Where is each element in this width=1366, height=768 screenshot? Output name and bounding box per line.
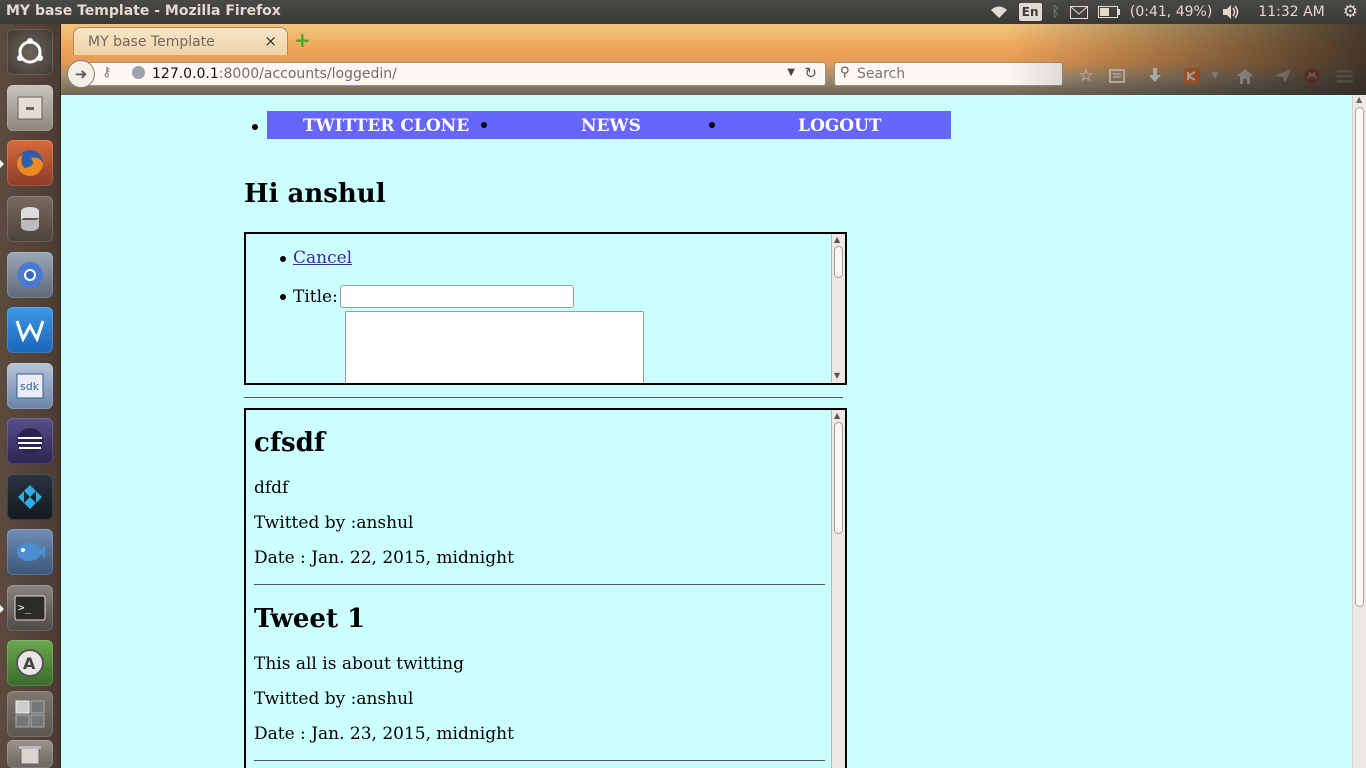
back-arrow-icon: ➜ (74, 65, 88, 83)
list-bullet (280, 256, 286, 262)
send-tab-icon[interactable] (1272, 66, 1294, 86)
search-bar[interactable]: ⚲ Search (834, 62, 1063, 86)
scroll-up-arrow-icon[interactable]: ▲ (834, 235, 840, 244)
tweet-body: This all is about twitting (254, 654, 465, 674)
kodi-icon[interactable] (7, 474, 53, 520)
battery-status[interactable]: (0:41, 49%) (1130, 4, 1212, 20)
software-updater-icon[interactable]: A (7, 640, 53, 686)
scroll-thumb[interactable] (834, 246, 843, 278)
adblock-icon[interactable] (1301, 66, 1323, 86)
bluetooth-icon[interactable]: ᛒ (1052, 3, 1060, 21)
site-identity-icon[interactable] (132, 66, 145, 79)
trash-icon[interactable] (7, 740, 53, 768)
mail-icon[interactable] (1069, 3, 1088, 21)
form-box-scrollbar[interactable]: ▲ ▼ (831, 234, 845, 383)
key-icon[interactable]: ⚷ (102, 65, 112, 80)
back-button[interactable]: ➜ (67, 60, 95, 88)
tab-title: MY base Template (88, 34, 215, 50)
url-history-dropdown-icon[interactable]: ▼ (787, 67, 795, 78)
tweet-title: Tweet 1 (254, 604, 366, 634)
running-indicator (0, 160, 4, 168)
nav-link-news[interactable]: NEWS (581, 116, 641, 136)
search-icon: ⚲ (840, 65, 850, 80)
downloads-icon[interactable] (1144, 66, 1166, 86)
horizontal-rule (244, 397, 843, 398)
tweet-body: dfdf (254, 478, 289, 498)
battery-icon[interactable] (1097, 3, 1120, 21)
terminal-icon[interactable]: >_ (7, 585, 53, 631)
scroll-thumb[interactable] (834, 422, 843, 534)
cancel-link[interactable]: Cancel (293, 248, 352, 268)
page-scroll-thumb[interactable] (1355, 107, 1364, 607)
running-indicator (0, 605, 4, 613)
nav-link-twitter-clone[interactable]: TWITTER CLONE (303, 116, 469, 136)
navigation-bar: ⚷ 127.0.0.1:8000/accounts/loggedin/ ▼ ↻ … (61, 56, 1366, 95)
tab-active[interactable]: MY base Template × (73, 27, 288, 55)
nav-link-logout[interactable]: LOGOUT (798, 116, 882, 136)
android-sdk-icon[interactable]: sdk (7, 363, 53, 409)
volume-icon[interactable] (1222, 3, 1240, 21)
svg-text:>_: >_ (18, 601, 32, 614)
tab-close-icon[interactable]: × (264, 32, 277, 50)
extension-dropdown-icon[interactable]: ▼ (1204, 66, 1226, 86)
home-icon[interactable] (1234, 66, 1256, 86)
tweet-date: Date : Jan. 22, 2015, midnight (254, 548, 514, 568)
pocket-extension-icon[interactable] (1181, 66, 1203, 86)
page-viewport: TWITTER CLONE NEWS LOGOUT Hi anshul Canc… (61, 95, 1352, 768)
dash-home-icon[interactable] (7, 29, 53, 75)
menu-hamburger-icon[interactable] (1334, 66, 1356, 86)
browser-toolbar: MY base Template × + ⚷ 127.0.0.1:8000/ac… (61, 24, 1366, 95)
eclipse-icon[interactable] (7, 418, 53, 464)
files-icon[interactable] (7, 85, 53, 131)
tweet-author: Twitted by :anshul (254, 689, 414, 709)
chromium-icon[interactable] (7, 252, 53, 298)
list-bullet (252, 124, 258, 130)
firefox-window: MY base Template × + ⚷ 127.0.0.1:8000/ac… (61, 24, 1366, 768)
reading-list-icon[interactable] (1106, 66, 1128, 86)
list-bullet (709, 122, 715, 128)
tweet-date: Date : Jan. 23, 2015, midnight (254, 724, 514, 744)
url-host: 127.0.0.1 (152, 66, 219, 82)
new-tab-icon[interactable]: + (294, 30, 311, 50)
greeting-heading: Hi anshul (244, 179, 386, 209)
clock[interactable]: 11:32 AM (1258, 4, 1324, 20)
tweet-separator (254, 760, 825, 761)
system-top-panel: MY base Template - Mozilla Firefox En ᛒ … (0, 0, 1366, 24)
reload-icon[interactable]: ↻ (804, 64, 817, 82)
svg-text:sdk: sdk (20, 380, 40, 393)
tweet-title: cfsdf (254, 428, 326, 458)
new-tweet-form-box: Cancel Title: ▲ ▼ (244, 232, 847, 385)
tweets-list-box: cfsdf dfdf Twitted by :anshul Date : Jan… (244, 408, 847, 768)
python-icon[interactable] (7, 196, 53, 242)
scroll-up-arrow-icon[interactable]: ▲ (1356, 95, 1362, 104)
url-bar[interactable]: ⚷ 127.0.0.1:8000/accounts/loggedin/ ▼ ↻ (83, 62, 826, 86)
title-label: Title: (293, 287, 338, 307)
bluefish-icon[interactable] (7, 529, 53, 575)
workspace-switcher-icon[interactable] (7, 691, 53, 737)
title-input[interactable] (340, 285, 574, 308)
scroll-down-arrow-icon[interactable]: ▼ (834, 371, 840, 380)
system-tray: En ᛒ (0:41, 49%) 11:32 AM ⚙ (989, 0, 1366, 24)
search-placeholder: Search (857, 66, 906, 82)
window-title: MY base Template - Mozilla Firefox (6, 3, 281, 19)
svg-text:A: A (23, 654, 36, 673)
tweet-body-textarea[interactable] (345, 311, 644, 383)
list-bullet (280, 294, 286, 300)
tweet-separator (254, 584, 825, 585)
tweet-author: Twitted by :anshul (254, 513, 414, 533)
wps-writer-icon[interactable] (7, 307, 53, 353)
tweets-box-scrollbar[interactable]: ▲ (831, 410, 845, 768)
firefox-icon[interactable] (7, 140, 53, 186)
unity-launcher: sdk >_ A (0, 24, 61, 768)
keyboard-layout-indicator[interactable]: En (1018, 3, 1042, 21)
url-text[interactable]: 127.0.0.1:8000/accounts/loggedin/ (152, 66, 397, 82)
wifi-icon[interactable] (989, 3, 1009, 21)
scroll-up-arrow-icon[interactable]: ▲ (834, 411, 840, 420)
url-path: :8000/accounts/loggedin/ (218, 66, 397, 82)
bookmark-star-icon[interactable]: ☆ (1075, 66, 1097, 86)
top-navigation-menu: TWITTER CLONE NEWS LOGOUT (267, 111, 951, 139)
page-scrollbar[interactable]: ▲ (1352, 95, 1366, 768)
settings-gear-icon[interactable]: ⚙ (1343, 2, 1358, 22)
list-bullet (481, 122, 487, 128)
